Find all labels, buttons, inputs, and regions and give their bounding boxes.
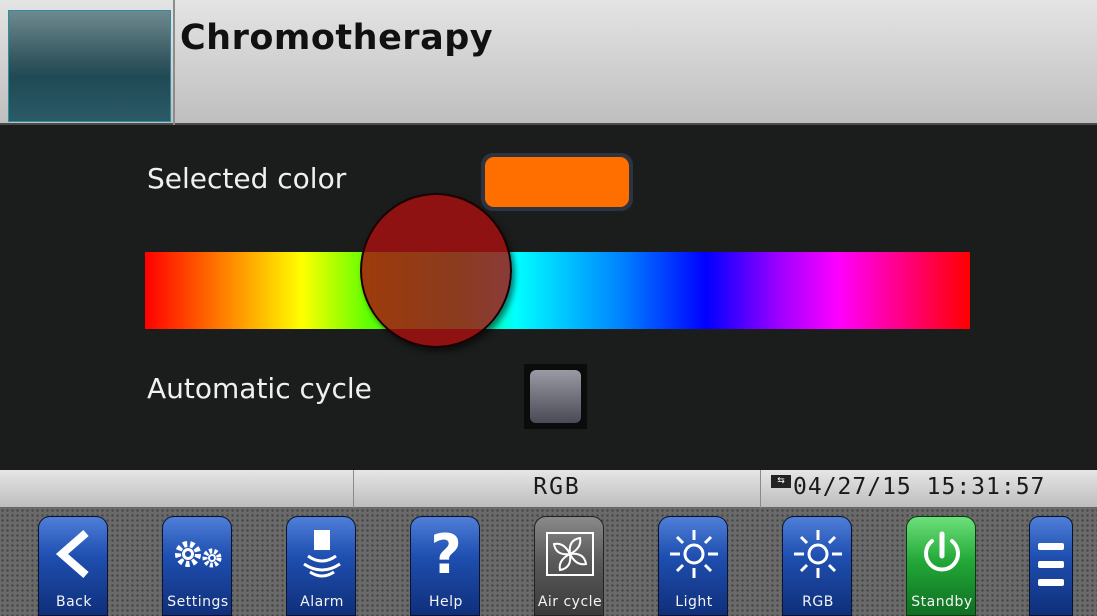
fan-icon	[535, 523, 605, 585]
color-spectrum-slider[interactable]	[145, 252, 970, 329]
question-icon: ?	[430, 522, 462, 586]
status-divider	[760, 470, 761, 508]
rgb-button[interactable]: RGB	[782, 516, 852, 616]
header-divider	[173, 0, 175, 125]
air-cycle-button-label: Air cycle	[537, 594, 603, 610]
air-cycle-button[interactable]: Air cycle	[534, 516, 604, 616]
status-mode: RGB	[533, 474, 581, 500]
alarm-button-label: Alarm	[300, 594, 344, 610]
back-button-label: Back	[56, 594, 92, 610]
automatic-cycle-checkbox[interactable]	[524, 364, 587, 429]
settings-button[interactable]: Settings	[162, 516, 232, 616]
standby-button-label: Standby	[911, 594, 973, 610]
automatic-cycle-label: Automatic cycle	[147, 372, 372, 405]
bottom-toolbar: Back Settings Alarm ? Help Air cycle Lig…	[0, 508, 1097, 616]
back-button[interactable]: Back	[38, 516, 108, 616]
help-button-label: Help	[429, 594, 463, 610]
standby-button[interactable]: Standby	[906, 516, 976, 616]
light-button-label: Light	[675, 594, 713, 610]
header: Chromotherapy	[0, 0, 1097, 125]
status-bar: RGB ⇆ 04/27/15 15:31:57	[0, 470, 1097, 508]
header-thumbnail-image	[8, 10, 171, 122]
bell-icon	[287, 523, 357, 585]
selected-color-fill	[485, 157, 629, 207]
menu-button[interactable]	[1029, 516, 1073, 616]
light-button[interactable]: Light	[658, 516, 728, 616]
checkbox-face	[530, 370, 581, 423]
sun-icon	[783, 523, 853, 585]
sun-icon	[659, 523, 729, 585]
alarm-button[interactable]: Alarm	[286, 516, 356, 616]
back-arrow-icon	[39, 523, 109, 585]
usb-icon: ⇆	[771, 475, 791, 488]
selected-color-label: Selected color	[147, 162, 347, 195]
selected-color-swatch[interactable]	[481, 153, 633, 211]
status-datetime: 04/27/15 15:31:57	[793, 474, 1046, 500]
gears-icon	[163, 523, 233, 585]
page-title: Chromotherapy	[180, 18, 494, 58]
settings-button-label: Settings	[167, 594, 229, 610]
help-button[interactable]: ? Help	[410, 516, 480, 616]
power-icon	[907, 523, 977, 585]
rgb-button-label: RGB	[802, 594, 834, 610]
color-slider-knob[interactable]	[360, 193, 512, 348]
